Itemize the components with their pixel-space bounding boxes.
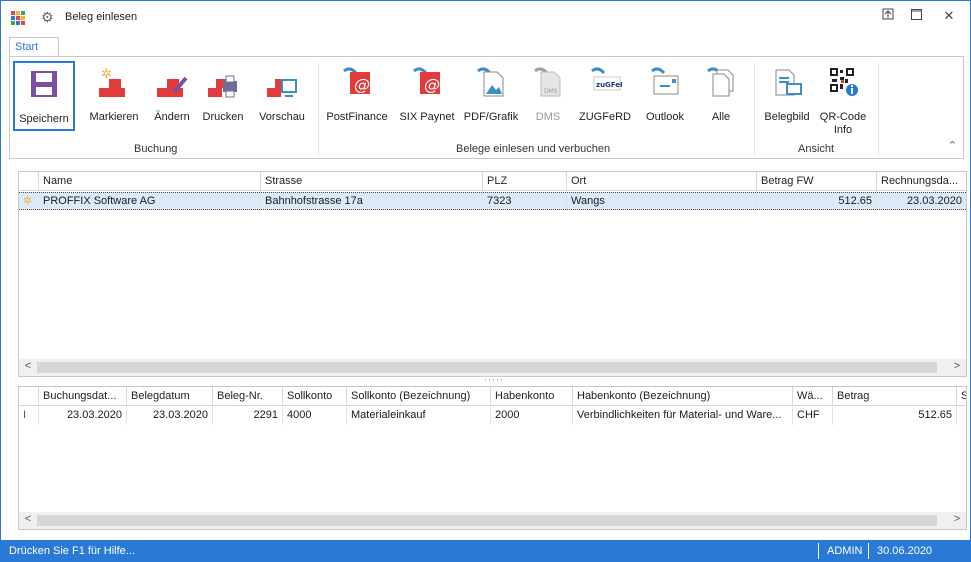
scrollbar-thumb[interactable]: [37, 362, 937, 373]
six-paynet-at-icon: @: [410, 66, 444, 98]
column-header-city[interactable]: Ort: [567, 172, 757, 191]
ribbon: Speichern ✲ Markieren Ändern Drucken Vor…: [9, 56, 964, 159]
group-separator: [878, 63, 879, 155]
column-header-document-date[interactable]: Belegdatum: [127, 387, 213, 406]
preview-button[interactable]: Vorschau: [254, 61, 310, 131]
qr-code-icon: [826, 66, 860, 98]
dms-icon-label: DMS: [544, 88, 558, 95]
mark-star-icon: ✲: [97, 66, 131, 98]
scroll-right-icon[interactable]: >: [949, 513, 965, 528]
title-bar: ⚙ Beleg einlesen ✕: [1, 1, 970, 31]
splitter-handle[interactable]: ·····: [484, 374, 504, 384]
horizontal-scrollbar[interactable]: < >: [19, 512, 966, 529]
mark-button[interactable]: ✲ Markieren: [84, 61, 144, 131]
printer-icon: [206, 66, 240, 98]
text-cursor-icon: Ι: [19, 407, 39, 425]
new-row-star-icon: ✲: [23, 195, 33, 207]
document-image-button[interactable]: Belegbild: [758, 61, 816, 131]
qr-code-info-button[interactable]: QR-Code Info: [818, 61, 868, 136]
postfinance-at-icon: @: [340, 66, 374, 98]
pin-ribbon-icon[interactable]: [878, 7, 898, 25]
floppy-disk-icon: [27, 68, 61, 100]
column-header-amount-fw[interactable]: Betrag FW: [757, 172, 877, 191]
application-window: ⚙ Beleg einlesen ✕ Start Speichern ✲ Mar…: [0, 0, 971, 562]
column-header-s[interactable]: S: [957, 387, 966, 406]
maximize-icon[interactable]: [906, 7, 926, 25]
column-header-amount[interactable]: Betrag: [833, 387, 957, 406]
column-header-street[interactable]: Strasse: [261, 172, 483, 191]
column-header-debit-account-desc[interactable]: Sollkonto (Bezeichnung): [347, 387, 491, 406]
status-bar: Drücken Sie F1 für Hilfe... ADMIN 30.06.…: [1, 540, 970, 562]
scroll-right-icon[interactable]: >: [949, 360, 965, 375]
svg-text:@: @: [354, 75, 370, 94]
status-separator: [818, 543, 819, 559]
grid-header: Buchungsdat... Belegdatum Beleg-Nr. Soll…: [19, 387, 966, 406]
zugferd-icon: zuGFeRD: [588, 66, 631, 98]
scrollbar-thumb[interactable]: [37, 515, 937, 526]
status-user: ADMIN: [827, 545, 863, 557]
status-date: 30.06.2020: [877, 545, 933, 557]
row-indicator-header: [19, 387, 39, 406]
dms-button: DMS DMS: [526, 61, 570, 131]
scroll-left-icon[interactable]: <: [20, 360, 36, 375]
window-title: Beleg einlesen: [65, 11, 138, 23]
group-separator: [318, 63, 319, 155]
all-documents-icon: [704, 66, 738, 98]
scroll-left-icon[interactable]: <: [20, 513, 36, 528]
zugferd-button[interactable]: zuGFeRD ZUGFeRD: [576, 61, 634, 131]
app-grid-icon[interactable]: [11, 11, 25, 25]
column-header-credit-account[interactable]: Habenkonto: [491, 387, 573, 406]
booking-detail-grid: Buchungsdat... Belegdatum Beleg-Nr. Soll…: [18, 386, 967, 530]
close-icon[interactable]: ✕: [939, 7, 959, 25]
column-header-debit-account[interactable]: Sollkonto: [283, 387, 347, 406]
six-paynet-button[interactable]: @ SIX Paynet: [394, 61, 460, 131]
group-separator: [754, 63, 755, 155]
document-image-icon: [770, 66, 804, 98]
column-header-document-no[interactable]: Beleg-Nr.: [213, 387, 283, 406]
image-document-icon: [474, 66, 508, 98]
group-label-import: Belege einlesen und verbuchen: [456, 143, 611, 155]
monitor-preview-icon: [265, 66, 299, 98]
document-list-grid: Name Strasse PLZ Ort Betrag FW Rechnungs…: [18, 171, 967, 377]
outlook-button[interactable]: Outlook: [640, 61, 690, 131]
tab-start[interactable]: Start: [9, 37, 59, 57]
edit-pencil-icon: [155, 66, 189, 98]
save-button[interactable]: Speichern: [13, 61, 75, 131]
row-indicator-header: [19, 172, 39, 191]
group-label-view: Ansicht: [798, 143, 835, 155]
column-header-credit-account-desc[interactable]: Habenkonto (Bezeichnung): [573, 387, 793, 406]
status-separator: [868, 543, 869, 559]
zugferd-icon-label: zuGFeRD: [596, 81, 622, 89]
column-header-name[interactable]: Name: [39, 172, 261, 191]
dms-document-icon: DMS: [531, 66, 565, 98]
grid-header: Name Strasse PLZ Ort Betrag FW Rechnungs…: [19, 172, 966, 191]
column-header-currency[interactable]: Wä...: [793, 387, 833, 406]
edit-button[interactable]: Ändern: [150, 61, 194, 131]
column-header-invoice-date[interactable]: Rechnungsda...: [877, 172, 966, 191]
all-button[interactable]: Alle: [700, 61, 742, 131]
table-row[interactable]: ✲ PROFFIX Software AG Bahnhofstrasse 17a…: [19, 192, 966, 211]
pdf-graphic-button[interactable]: PDF/Grafik: [462, 61, 520, 131]
table-row[interactable]: Ι 23.03.2020 23.03.2020 2291 4000 Materi…: [19, 407, 966, 425]
collapse-ribbon-icon[interactable]: ⌃: [948, 139, 957, 152]
column-header-booking-date[interactable]: Buchungsdat...: [39, 387, 127, 406]
gear-icon: ⚙: [41, 9, 54, 25]
outlook-envelope-icon: [648, 66, 682, 98]
postfinance-button[interactable]: @ PostFinance: [324, 61, 390, 131]
status-help-text: Drücken Sie F1 für Hilfe...: [9, 545, 135, 557]
group-label-booking: Buchung: [134, 143, 178, 155]
print-button[interactable]: Drucken: [198, 61, 248, 131]
column-header-zip[interactable]: PLZ: [483, 172, 567, 191]
svg-text:@: @: [424, 75, 440, 94]
